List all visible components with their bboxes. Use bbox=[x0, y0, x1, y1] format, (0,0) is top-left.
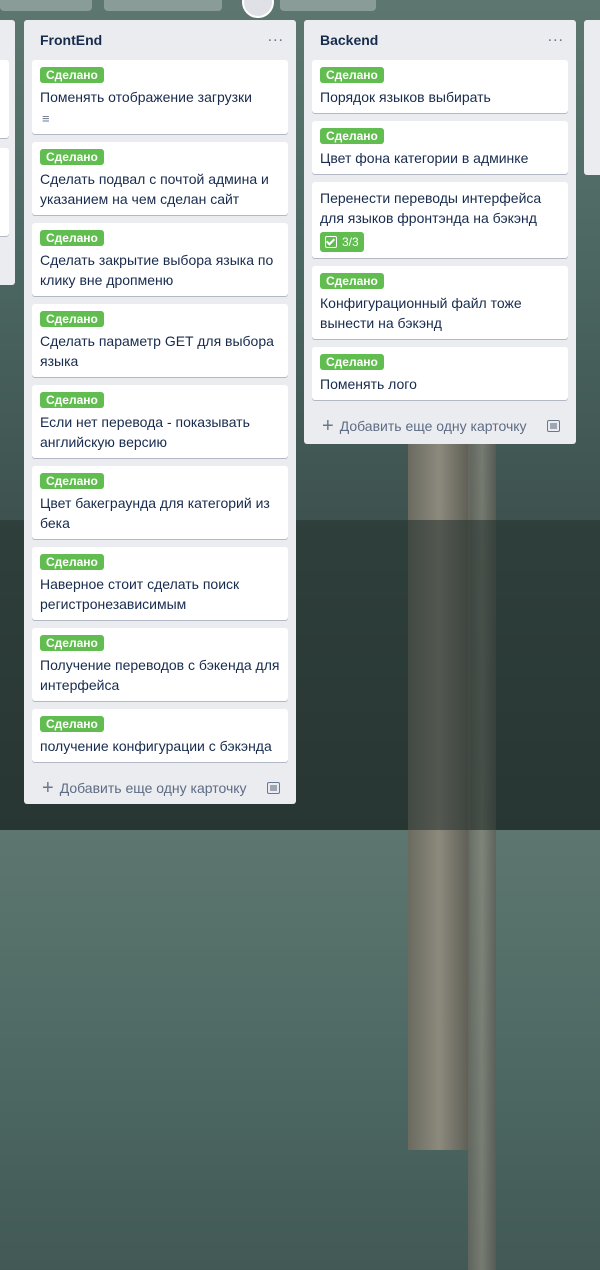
card[interactable]: Сделано Конфигурационный файл тоже вынес… bbox=[312, 266, 568, 339]
label-done: Сделано bbox=[320, 67, 384, 83]
template-icon[interactable] bbox=[547, 420, 560, 432]
plus-icon: + bbox=[42, 777, 54, 799]
list-title[interactable]: Backend bbox=[320, 32, 378, 48]
card-title: Цвет фона категории в админке bbox=[320, 150, 529, 166]
list-item[interactable] bbox=[0, 148, 9, 236]
card[interactable]: Сделано получение конфигурации с бэкэнда bbox=[32, 709, 288, 762]
checklist-count: 3/3 bbox=[342, 235, 359, 249]
card[interactable]: Сделано Поменять отображение загрузки ≡ bbox=[32, 60, 288, 134]
avatar[interactable] bbox=[242, 0, 274, 18]
card-title: Сделать параметр GET для выбора языка bbox=[40, 333, 274, 369]
card-title: Порядок языков выбирать bbox=[320, 89, 491, 105]
label-done: Сделано bbox=[40, 635, 104, 651]
label-done: Сделано bbox=[320, 273, 384, 289]
add-card-label: Добавить еще одну карточку bbox=[59, 780, 247, 796]
board-header-button[interactable] bbox=[0, 0, 92, 11]
template-icon[interactable] bbox=[267, 782, 280, 794]
checklist-badge: 3/3 bbox=[320, 232, 364, 252]
card[interactable]: Сделано Сделать подвал с почтой админа и… bbox=[32, 142, 288, 215]
card-title: Цвет бакеграунда для категорий из бека bbox=[40, 495, 270, 531]
card-title: Получение переводов с бэкенда для интерф… bbox=[40, 657, 280, 693]
list-frontend: FrontEnd ... Сделано Поменять отображени… bbox=[24, 20, 296, 804]
list-item[interactable] bbox=[0, 60, 9, 138]
list-header: Backend ... bbox=[312, 20, 568, 60]
label-done: Сделано bbox=[320, 128, 384, 144]
card-title: Поменять лого bbox=[320, 376, 417, 392]
list-menu-icon[interactable]: ... bbox=[268, 29, 284, 51]
card-title: Наверное стоит сделать поиск регистронез… bbox=[40, 576, 240, 612]
card-title: Сделать подвал с почтой админа и указани… bbox=[40, 171, 269, 207]
label-done: Сделано bbox=[40, 230, 104, 246]
label-done: Сделано bbox=[40, 67, 104, 83]
partial-list-left bbox=[0, 20, 15, 285]
card-title: получение конфигурации с бэкэнда bbox=[40, 738, 272, 754]
card[interactable]: Сделано Поменять лого bbox=[312, 347, 568, 400]
label-done: Сделано bbox=[40, 473, 104, 489]
card-title: Если нет перевода - показывать английску… bbox=[40, 414, 250, 450]
label-done: Сделано bbox=[320, 354, 384, 370]
list-menu-icon[interactable]: ... bbox=[548, 29, 564, 51]
label-done: Сделано bbox=[40, 554, 104, 570]
card[interactable]: Перенести переводы интерфейса для языков… bbox=[312, 182, 568, 258]
list-title[interactable]: FrontEnd bbox=[40, 32, 102, 48]
label-done: Сделано bbox=[40, 392, 104, 408]
label-done: Сделано bbox=[40, 716, 104, 732]
plus-icon: + bbox=[322, 415, 334, 437]
card[interactable]: Сделано Наверное стоит сделать поиск рег… bbox=[32, 547, 288, 620]
card[interactable]: Сделано Получение переводов с бэкенда дл… bbox=[32, 628, 288, 701]
card[interactable]: Сделано Если нет перевода - показывать а… bbox=[32, 385, 288, 458]
card[interactable]: Сделано Цвет бакеграунда для категорий и… bbox=[32, 466, 288, 539]
checklist-icon bbox=[325, 236, 337, 248]
card-title: Сделать закрытие выбора языка по клику в… bbox=[40, 252, 274, 288]
card-title: Поменять отображение загрузки bbox=[40, 89, 252, 105]
label-done: Сделано bbox=[40, 311, 104, 327]
card[interactable]: Сделано Сделать параметр GET для выбора … bbox=[32, 304, 288, 377]
card-title: Перенести переводы интерфейса для языков… bbox=[320, 190, 542, 226]
add-card-row: + Добавить еще одну карточку bbox=[32, 770, 288, 806]
add-card-button[interactable]: + Добавить еще одну карточку bbox=[322, 416, 527, 436]
partial-list-right bbox=[584, 20, 600, 175]
card[interactable]: Сделано Цвет фона категории в админке bbox=[312, 121, 568, 174]
add-card-button[interactable]: + Добавить еще одну карточку bbox=[42, 778, 247, 798]
card[interactable]: Сделано Порядок языков выбирать bbox=[312, 60, 568, 113]
board-header-button[interactable] bbox=[280, 0, 376, 11]
add-card-label: Добавить еще одну карточку bbox=[339, 418, 527, 434]
card-title: Конфигурационный файл тоже вынести на бэ… bbox=[320, 295, 522, 331]
list-backend: Backend ... Сделано Порядок языков выбир… bbox=[304, 20, 576, 444]
card[interactable]: Сделано Сделать закрытие выбора языка по… bbox=[32, 223, 288, 296]
label-done: Сделано bbox=[40, 149, 104, 165]
board-header-button[interactable] bbox=[104, 0, 222, 11]
list-header: FrontEnd ... bbox=[32, 20, 288, 60]
add-card-row: + Добавить еще одну карточку bbox=[312, 408, 568, 444]
description-icon: ≡ bbox=[42, 111, 50, 126]
